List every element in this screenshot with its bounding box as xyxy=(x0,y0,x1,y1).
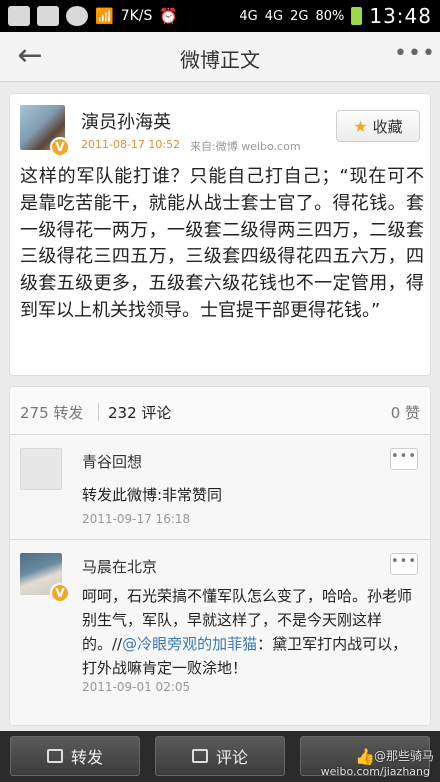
alarm-icon: ⏰ xyxy=(159,7,179,25)
repost-label: 转发 xyxy=(70,748,103,767)
stats-divider xyxy=(98,403,99,421)
app-notification-icon xyxy=(8,6,30,26)
repost-button[interactable]: 转发 xyxy=(10,736,140,776)
tab-likes[interactable]: 0 赞 xyxy=(391,402,420,423)
post-source: 来自:微博 weibo.com xyxy=(190,140,301,153)
comment-menu-button[interactable]: ••• xyxy=(390,553,418,575)
image-notification-icon xyxy=(37,6,59,26)
watermark-handle: @那些骑马 xyxy=(373,749,434,763)
thumbs-up-icon: 👍 xyxy=(355,746,375,766)
clock: 13:48 xyxy=(369,4,432,28)
more-dots-icon: ••• xyxy=(391,554,418,569)
verified-badge-icon: V xyxy=(50,137,70,157)
comment-item: 青谷回想 ••• 转发此微博:非常赞同 2011-09-17 16:18 xyxy=(10,436,430,540)
watermark-url: weibo.com/jiazhang xyxy=(320,765,430,778)
comment-time: 2011-09-01 02:05 xyxy=(82,680,191,694)
comment-menu-button[interactable]: ••• xyxy=(390,448,418,470)
network-speed: 7K/S xyxy=(120,8,153,24)
comment-avatar[interactable] xyxy=(20,448,62,490)
battery-percent: 80% xyxy=(315,8,345,24)
comment-button[interactable]: 评论 xyxy=(155,736,285,776)
more-dots-icon: ••• xyxy=(391,449,418,464)
comment-author[interactable]: 马晨在北京 xyxy=(82,556,157,577)
star-icon: ★ xyxy=(353,116,368,136)
browser-notification-icon xyxy=(66,6,88,26)
signal-4g-a: 4G xyxy=(239,8,258,24)
comment-text: 转发此微博:非常赞同 xyxy=(82,486,223,504)
signal-4g-b: 4G xyxy=(264,8,284,24)
mention-link[interactable]: @冷眼旁观的加菲猫 xyxy=(122,635,257,653)
repost-icon xyxy=(46,749,63,763)
comment-icon xyxy=(191,749,208,763)
author-name[interactable]: 演员孙海英 xyxy=(81,108,171,134)
more-dots-icon: ••• xyxy=(394,41,436,66)
tab-reposts[interactable]: 275 转发 xyxy=(20,402,83,423)
favorite-button[interactable]: ★ 收藏 xyxy=(336,110,420,142)
post-text: 这样的军队能打谁？只能自己打自己；“现在可不是靠吃苦能干，就能从战士套士官了。得… xyxy=(20,166,424,321)
status-bar: 📶 7K/S ⏰ 4G 4G 2G 80% 13:48 xyxy=(0,0,440,32)
stats-bar: 275 转发 232 评论 0 赞 xyxy=(10,387,430,435)
wifi-icon: 📶 xyxy=(95,7,114,25)
post-time: 2011-08-17 10:52 xyxy=(81,138,181,151)
comment-label: 评论 xyxy=(215,748,248,767)
favorite-label: 收藏 xyxy=(372,117,403,136)
comment-author[interactable]: 青谷回想 xyxy=(82,451,142,472)
post-card: V 演员孙海英 2011-08-17 10:52 来自:微博 weibo.com… xyxy=(9,93,431,376)
tab-comments[interactable]: 232 评论 xyxy=(108,402,171,423)
comments-card: 275 转发 232 评论 0 赞 青谷回想 ••• 转发此微博:非常赞同 20… xyxy=(9,386,431,726)
title-bar: ← 微博正文 ••• xyxy=(0,32,440,82)
comment-text: 呵呵，石光荣搞不懂军队怎么变了，哈哈。孙老师别生气，军队，早就这样了，不是今天刚… xyxy=(82,584,422,680)
more-button[interactable]: ••• xyxy=(394,42,435,70)
signal-2g: 2G xyxy=(290,8,309,24)
verified-badge-icon: V xyxy=(50,583,70,603)
comment-time: 2011-09-17 16:18 xyxy=(82,512,191,526)
battery-icon xyxy=(351,7,363,25)
page-title: 微博正文 xyxy=(180,48,260,72)
comment-item: V 马晨在北京 ••• 呵呵，石光荣搞不懂军队怎么变了，哈哈。孙老师别生气，军队… xyxy=(10,541,430,725)
